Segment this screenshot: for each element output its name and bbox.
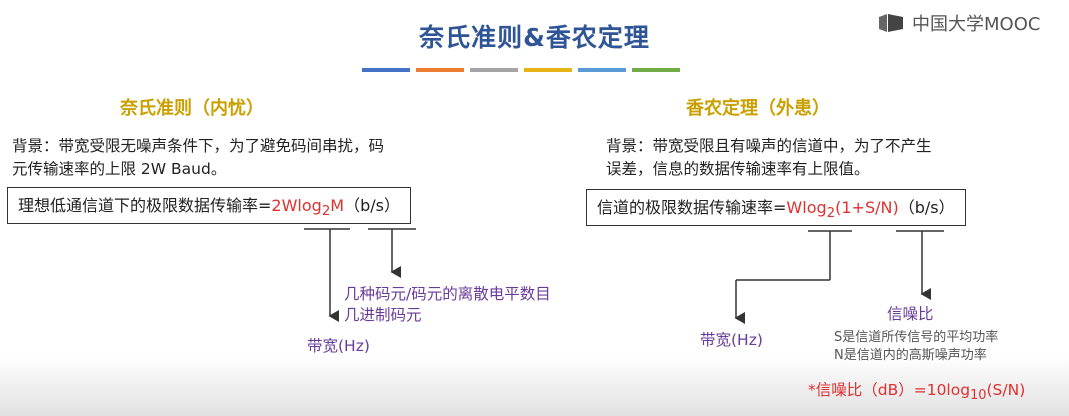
nyquist-formula-main: 2Wlog bbox=[271, 196, 322, 215]
nyquist-formula: 理想低通信道下的极限数据传输率=2Wlog2M（b/s） bbox=[7, 187, 411, 225]
nyquist-levels-line1: 几种码元/码元的离散电平数目 bbox=[344, 285, 551, 303]
nyquist-levels-label: 几种码元/码元的离散电平数目 几进制码元 bbox=[344, 284, 551, 326]
nyquist-heading: 奈氏准则（内忧） bbox=[120, 98, 264, 119]
shannon-snr-note-line1: S是信道所传信号的平均功率 bbox=[834, 330, 999, 345]
nyquist-levels-line2: 几进制码元 bbox=[344, 306, 422, 324]
shannon-formula: 信道的极限数据传输速率=Wlog2(1+S/N)（b/s） bbox=[586, 189, 966, 227]
snr-db-sub: 10 bbox=[970, 388, 987, 404]
shannon-formula-main: Wlog bbox=[786, 198, 827, 217]
snr-db-prefix: *信噪比（dB）=10log bbox=[808, 381, 971, 399]
nyquist-background-line1: 背景：带宽受限无噪声条件下，为了避免码间串扰，码 bbox=[12, 137, 385, 155]
shannon-formula-sub: 2 bbox=[826, 206, 836, 222]
nyquist-bandwidth-label: 带宽(Hz) bbox=[307, 337, 370, 355]
shannon-background-line1: 背景：带宽受限且有噪声的信道中，为了不产生 bbox=[606, 137, 932, 155]
nyquist-background: 背景：带宽受限无噪声条件下，为了避免码间串扰，码 元传输速率的上限 2W Bau… bbox=[12, 135, 384, 181]
shannon-snr-note-line2: N是信道内的高斯噪声功率 bbox=[834, 348, 987, 363]
shannon-formula-prefix: 信道的极限数据传输速率= bbox=[597, 198, 787, 217]
shannon-snr-db-formula: *信噪比（dB）=10log10(S/N) bbox=[808, 378, 1025, 403]
shannon-snr-label: 信噪比 bbox=[887, 305, 934, 323]
snr-db-tail: (S/N) bbox=[986, 381, 1026, 399]
nyquist-formula-unit: （b/s） bbox=[344, 196, 400, 215]
shannon-background-line2: 误差，信息的数据传输速率有上限值。 bbox=[606, 160, 870, 178]
nyquist-formula-tail: M bbox=[330, 196, 345, 215]
shannon-snr-note: S是信道所传信号的平均功率 N是信道内的高斯噪声功率 bbox=[834, 329, 998, 365]
shannon-formula-tail: (1+S/N) bbox=[835, 198, 899, 217]
shannon-formula-unit: （b/s） bbox=[898, 198, 955, 217]
nyquist-formula-prefix: 理想低通信道下的极限数据传输率= bbox=[18, 196, 272, 215]
shannon-heading: 香农定理（外患） bbox=[686, 98, 830, 119]
nyquist-background-line2: 元传输速率的上限 2W Baud。 bbox=[12, 160, 227, 178]
shannon-background: 背景：带宽受限且有噪声的信道中，为了不产生 误差，信息的数据传输速率有上限值。 bbox=[606, 135, 932, 181]
shannon-bandwidth-label: 带宽(Hz) bbox=[700, 331, 763, 349]
